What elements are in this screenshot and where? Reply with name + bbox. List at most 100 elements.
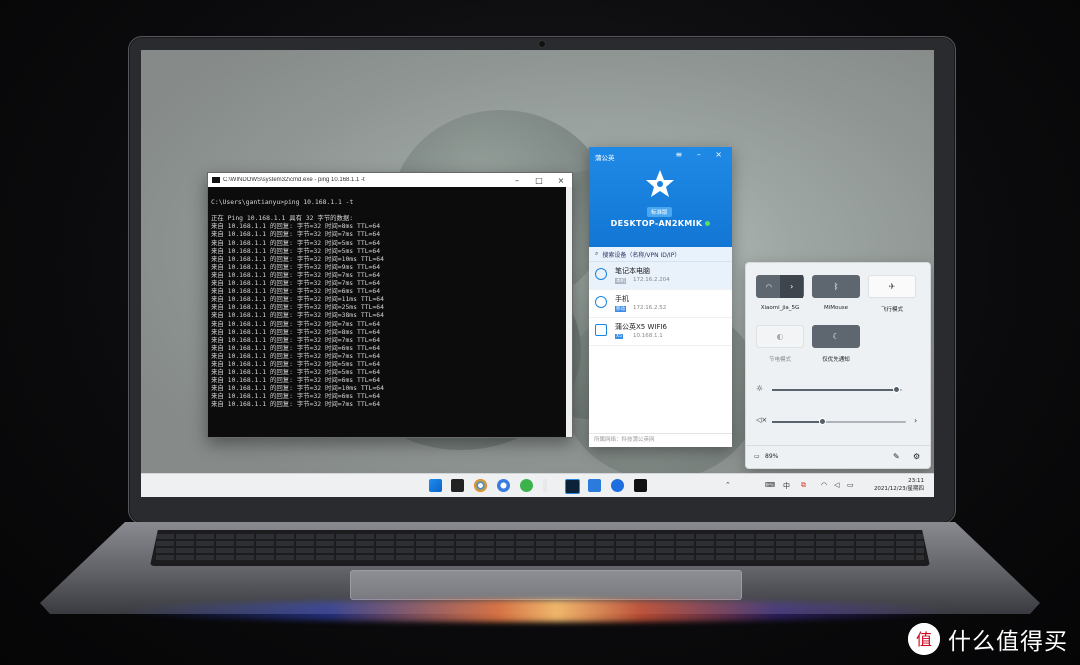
cmd-output-line: 来自 10.168.1.1 的回复: 字节=32 时间=7ms TTL=64 — [211, 335, 381, 344]
device-item-ip: 10.168.1.1 — [633, 333, 663, 339]
tray-chevron-icon[interactable]: ⌃ — [725, 481, 731, 489]
quick-settings-panel[interactable]: ◠ › ᛒ ✈ Xiaomi_jia_5G MiMouse 飞行模式 ◐ ☾ 节… — [745, 262, 931, 469]
device-item-tag: 本机 — [615, 278, 626, 284]
clock-date: 2021/12/23/星期四 — [873, 486, 924, 492]
wifi-icon: ◠ — [765, 282, 772, 291]
wifi-label: Xiaomi_jia_5G — [760, 305, 800, 311]
cmd-icon — [212, 177, 220, 183]
search-placeholder: 搜索设备（名称/VPN ID/IP） — [602, 251, 681, 259]
pgy-search-input[interactable]: ⌕ 搜索设备（名称/VPN ID/IP） — [589, 247, 732, 262]
webcam — [538, 40, 546, 48]
focus-assist-toggle[interactable]: ☾ — [812, 325, 860, 348]
terminal-icon[interactable] — [634, 479, 647, 492]
keyboard-icon[interactable]: ⌨ — [765, 481, 775, 489]
touchpad — [350, 570, 742, 600]
pgy-device-name: DESKTOP-AN2KMIK — [589, 219, 732, 228]
cmd-titlebar[interactable]: C:\WINDOWS\system32\cmd.exe - ping 10.16… — [208, 173, 572, 187]
brightness-icon: ☼ — [756, 384, 764, 393]
volume-knob[interactable] — [819, 418, 827, 425]
device-item-name: 笔记本电脑 — [615, 267, 650, 275]
wifi-expand-chevron-icon[interactable]: › — [780, 275, 803, 298]
audio-output-chevron-icon[interactable]: › — [914, 416, 917, 425]
settings-gear-icon[interactable]: ⚙ — [913, 452, 920, 461]
device-item-name: 手机 — [615, 295, 629, 303]
task-view-icon[interactable] — [451, 479, 464, 492]
device-icon — [595, 296, 607, 308]
bluetooth-icon: ᛒ — [833, 282, 839, 291]
edit-pencil-icon[interactable]: ✎ — [893, 452, 900, 461]
focus-assist-label: 仅优先通知 — [822, 357, 850, 363]
maximize-button[interactable]: □ — [528, 176, 550, 185]
cmd-output-line: 来自 10.168.1.1 的回复: 字节=32 时间=5ms TTL=64 — [211, 359, 381, 368]
taskbar-clock[interactable]: 23:11 2021/12/23/星期四 — [874, 477, 924, 493]
brightness-knob[interactable] — [893, 386, 901, 393]
battery-percent: 89% — [765, 453, 779, 460]
brightness-slider[interactable] — [772, 386, 902, 393]
wechat-icon[interactable] — [520, 479, 533, 492]
ime-language[interactable]: 中 — [783, 481, 790, 491]
keyboard — [150, 530, 930, 566]
cmd-output-line — [211, 190, 569, 198]
front-light-glow — [120, 600, 960, 622]
app-tray-icon[interactable]: ⧉ — [801, 481, 806, 490]
pgy-window-controls[interactable]: ≡ – × — [676, 150, 729, 159]
wifi-toggle[interactable]: ◠ › — [756, 275, 804, 298]
files-icon[interactable] — [588, 479, 601, 492]
airplane-mode-toggle[interactable]: ✈ — [868, 275, 916, 298]
bluetooth-toggle[interactable]: ᛒ — [812, 275, 860, 298]
close-button[interactable]: × — [550, 176, 572, 185]
clock-time: 23:11 — [908, 478, 924, 484]
battery-saver-toggle[interactable]: ◐ — [756, 325, 804, 348]
pgy-header: 蒲公英 ≡ – × 标准版 DESKTOP-AN2KMIK — [589, 147, 732, 247]
wifi-tray-icon[interactable]: ◠ — [821, 481, 827, 489]
desktop-screen: C:\WINDOWS\system32\cmd.exe - ping 10.16… — [141, 50, 934, 497]
pgy-window[interactable]: 蒲公英 ≡ – × 标准版 DESKTOP-AN2KMIK ⌕ 搜索设备（名称/… — [589, 147, 732, 447]
device-item-ip: 172.16.2.204 — [633, 277, 670, 283]
browser-icon[interactable] — [497, 479, 510, 492]
separator-icon — [543, 479, 547, 492]
cmd-output-line: 来自 10.168.1.1 的回复: 字节=32 时间=6ms TTL=64 — [211, 343, 381, 352]
volume-fill — [772, 421, 823, 423]
device-list-item[interactable]: 蒲公英X5 WIFI6 X5 10.168.1.1 — [589, 318, 732, 346]
minimize-button[interactable]: – — [506, 176, 528, 185]
cmd-output-line: 来自 10.168.1.1 的回复: 字节=32 时间=38ms TTL=64 — [211, 311, 384, 320]
cmd-output-line: 来自 10.168.1.1 的回复: 字节=32 时间=6ms TTL=64 — [211, 287, 381, 296]
photoshop-icon[interactable] — [565, 479, 580, 494]
pgy-network-footer: 所属网络：科技蒲公英网 — [589, 433, 732, 447]
cmd-output-line: 来自 10.168.1.1 的回复: 字节=32 时间=5ms TTL=64 — [211, 238, 381, 247]
cmd-output-line: 来自 10.168.1.1 的回复: 字节=32 时间=7ms TTL=64 — [211, 279, 381, 288]
device-list-item[interactable]: 笔记本电脑 本机 172.16.2.204 — [589, 262, 732, 290]
cmd-output-line: C:\Users\gantianyu>ping 10.168.1.1 -t — [211, 198, 354, 207]
volume-slider[interactable] — [772, 418, 906, 425]
cmd-scrollbar[interactable] — [566, 187, 572, 437]
pgy-taskbar-icon[interactable] — [611, 479, 624, 492]
pgy-edition-badge: 标准版 — [647, 207, 672, 217]
windows-start-icon[interactable] — [429, 479, 442, 492]
battery-saver-label: 节电模式 — [768, 357, 791, 363]
device-item-name: 蒲公英X5 WIFI6 — [615, 323, 668, 331]
airplane-icon: ✈ — [888, 282, 896, 291]
battery-tray-icon[interactable]: ▭ — [847, 481, 854, 489]
pgy-app-title: 蒲公英 — [595, 154, 615, 162]
cmd-output-line: 来自 10.168.1.1 的回复: 字节=32 时间=7ms TTL=64 — [211, 351, 381, 360]
cmd-output-line: 来自 10.168.1.1 的回复: 字节=32 时间=8ms TTL=64 — [211, 327, 381, 336]
cmd-output[interactable]: C:\Users\gantianyu>ping 10.168.1.1 -t 正在… — [208, 187, 572, 412]
cmd-output-line: 来自 10.168.1.1 的回复: 字节=32 时间=5ms TTL=64 — [211, 368, 381, 377]
cmd-output-line: 来自 10.168.1.1 的回复: 字节=32 时间=7ms TTL=64 — [211, 230, 381, 239]
cmd-output-line: 来自 10.168.1.1 的回复: 字节=32 时间=10ms TTL=64 — [211, 254, 384, 263]
cmd-title: C:\WINDOWS\system32\cmd.exe - ping 10.16… — [223, 177, 365, 183]
device-list-item[interactable]: 手机 移动 172.16.2.52 — [589, 290, 732, 318]
bluetooth-label: MiMouse — [823, 305, 849, 311]
smzdm-logo-icon: 值 — [908, 623, 940, 655]
cmd-output-line: 来自 10.168.1.1 的回复: 字节=32 时间=7ms TTL=64 — [211, 400, 381, 409]
router-icon — [595, 324, 607, 336]
device-item-tag: X5 — [615, 334, 623, 339]
device-icon — [595, 268, 607, 280]
device-item-ip: 172.16.2.52 — [633, 305, 667, 311]
cmd-output-line: 来自 10.168.1.1 的回复: 字节=32 时间=7ms TTL=64 — [211, 319, 381, 328]
star-logo-icon — [646, 170, 674, 197]
moon-icon: ☾ — [832, 332, 840, 341]
volume-tray-icon[interactable]: ◁ — [834, 481, 839, 489]
chrome-icon[interactable] — [474, 479, 487, 492]
cmd-window[interactable]: C:\WINDOWS\system32\cmd.exe - ping 10.16… — [207, 172, 573, 438]
